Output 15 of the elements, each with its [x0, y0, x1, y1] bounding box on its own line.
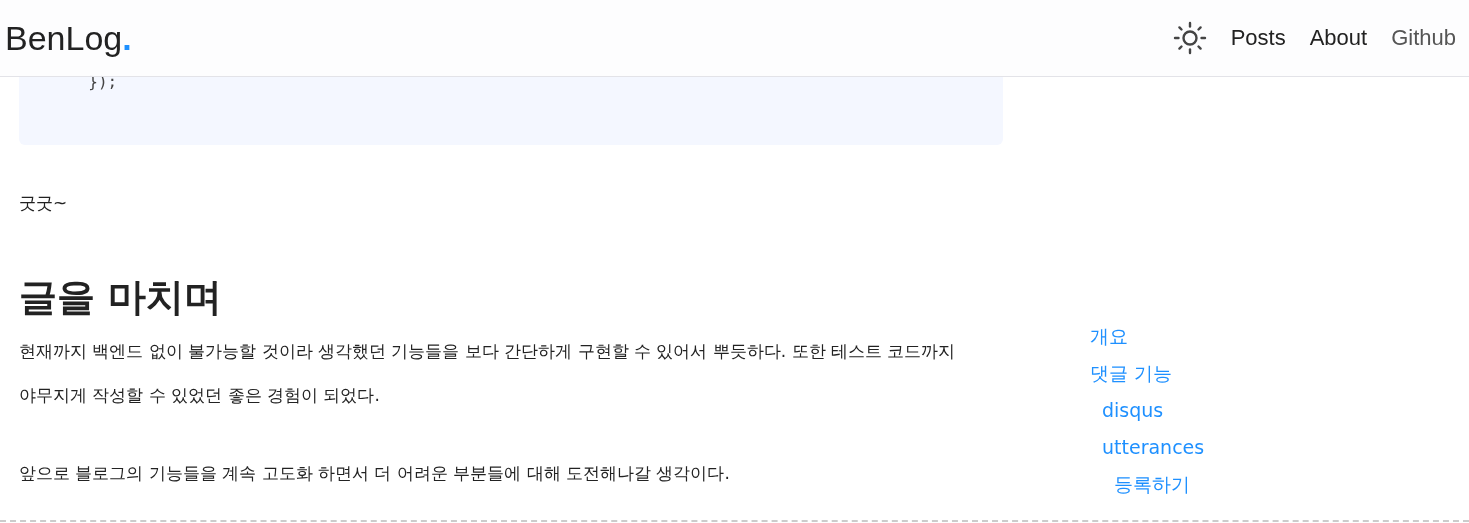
nav-link[interactable]: About: [1309, 25, 1368, 51]
nav-link[interactable]: Github: [1391, 25, 1456, 51]
paragraph: 굿굿~: [19, 192, 69, 215]
logo[interactable]: BenLog.: [0, 18, 132, 58]
toc-link[interactable]: utterances: [1090, 429, 1205, 466]
toc-link[interactable]: 개요: [1090, 318, 1128, 355]
toc-link[interactable]: disqus: [1090, 392, 1164, 429]
paragraph: 현재까지 백엔드 없이 불가능할 것이라 생각했던 기능들을 보다 간단하게 구현할 수 있어서 뿌듯하다. 또한 테스트 코드까지 야무지게 작성할 수 있었던 좋은 경험이 되었다.: [19, 340, 957, 407]
nav-link[interactable]: Posts: [1230, 25, 1286, 51]
toc-link[interactable]: 댓글 기능: [1090, 355, 1173, 392]
sun-icon[interactable]: [1172, 21, 1207, 55]
paragraph: 앞으로 블로그의 기능들을 계속 고도화 하면서 더 어려운 부분들에 대해 도전해나갈 생각이다.: [19, 462, 731, 485]
toc-link[interactable]: 등록하기: [1090, 466, 1190, 503]
section-heading: 글을 마치며: [19, 274, 224, 321]
code-line: });: [87, 72, 118, 91]
